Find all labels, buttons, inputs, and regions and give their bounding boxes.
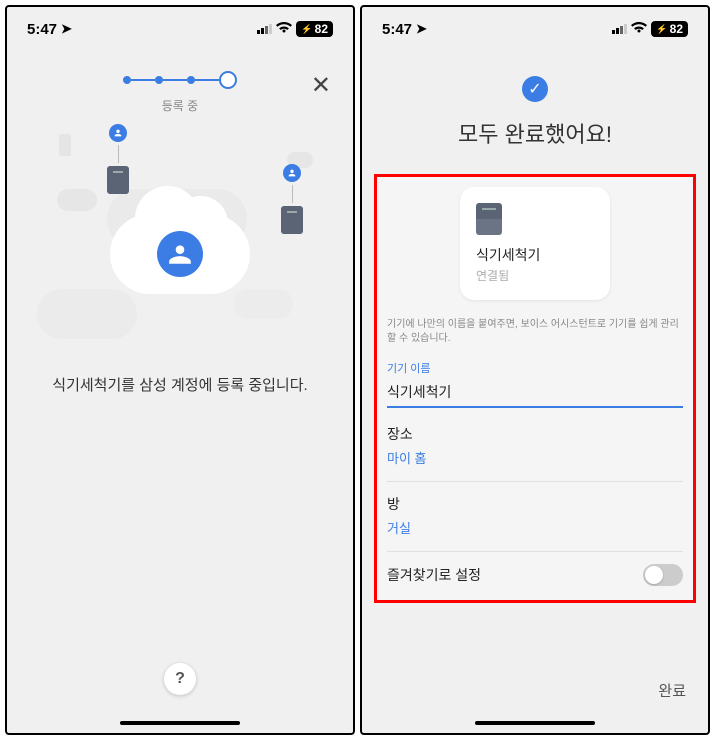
device-name-input[interactable] — [387, 380, 683, 408]
check-complete-icon: ✓ — [522, 76, 548, 102]
connected-device-icon — [107, 124, 129, 194]
connected-device-icon — [281, 164, 303, 234]
device-name-label: 기기 이름 — [387, 360, 683, 376]
location-arrow-icon: ➤ — [416, 21, 427, 37]
device-card[interactable]: 식기세척기 연결됨 — [460, 187, 610, 300]
phone-left-registering: 5:47 ➤ ⚡82 ✕ 등록 중 — [5, 5, 355, 735]
wifi-icon — [276, 21, 292, 37]
cellular-signal-icon — [612, 24, 627, 34]
wifi-icon — [631, 21, 647, 37]
room-label: 방 — [387, 494, 683, 514]
battery-icon: ⚡82 — [296, 21, 333, 37]
status-bar: 5:47 ➤ ⚡82 — [362, 7, 708, 51]
cloud-illustration — [27, 134, 333, 334]
close-button[interactable]: ✕ — [311, 71, 331, 100]
room-value[interactable]: 거실 — [387, 518, 683, 537]
status-bar: 5:47 ➤ ⚡82 — [7, 7, 353, 51]
favorite-toggle[interactable] — [643, 564, 683, 586]
complete-title: 모두 완료했어요! — [362, 117, 708, 149]
done-button[interactable]: 완료 — [658, 680, 686, 701]
helper-text: 기기에 나만의 이름을 붙여주면, 보이스 어시스턴트로 기기를 쉽게 관리할 … — [387, 318, 683, 346]
battery-icon: ⚡82 — [651, 21, 688, 37]
device-card-status: 연결됨 — [476, 267, 594, 284]
device-card-name: 식기세척기 — [476, 245, 594, 265]
favorite-label: 즐겨찾기로 설정 — [387, 565, 481, 585]
location-value[interactable]: 마이 홈 — [387, 448, 683, 467]
location-label: 장소 — [387, 424, 683, 444]
user-account-icon — [157, 231, 203, 277]
progress-indicator: ✕ — [7, 51, 353, 97]
help-button[interactable]: ? — [164, 663, 196, 695]
status-time: 5:47 — [27, 21, 57, 38]
cellular-signal-icon — [257, 24, 272, 34]
highlighted-settings-area: 식기세척기 연결됨 기기에 나만의 이름을 붙여주면, 보이스 어시스턴트로 기… — [374, 174, 696, 603]
home-indicator[interactable] — [475, 721, 595, 725]
phone-right-complete: 5:47 ➤ ⚡82 ✓ 모두 완료했어요! 식기세척기 연결됨 기기에 나만의… — [360, 5, 710, 735]
home-indicator[interactable] — [120, 721, 240, 725]
registering-message: 식기세척기를 삼성 계정에 등록 중입니다. — [7, 374, 353, 395]
location-arrow-icon: ➤ — [61, 21, 72, 37]
dishwasher-icon — [476, 203, 502, 235]
status-time: 5:47 — [382, 21, 412, 38]
progress-label: 등록 중 — [7, 97, 353, 114]
